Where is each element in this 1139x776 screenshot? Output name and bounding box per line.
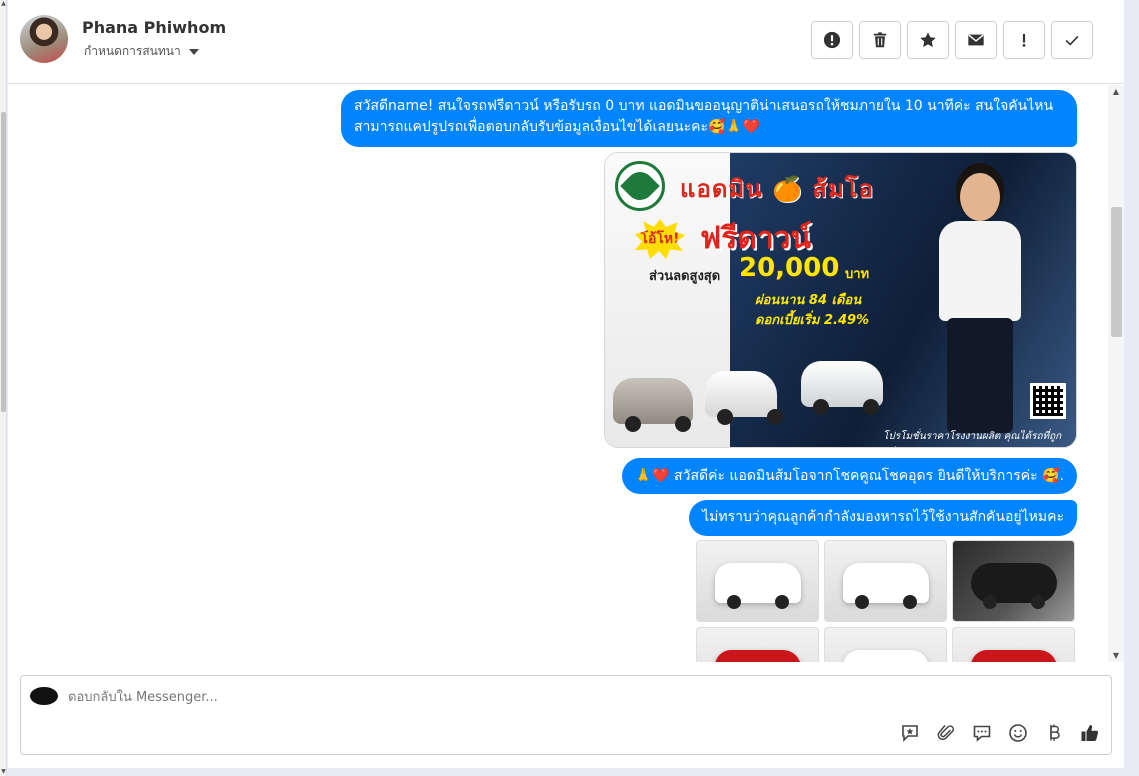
trash-icon [873, 32, 887, 48]
emoji-icon [1009, 724, 1027, 742]
payment-button[interactable] [1043, 722, 1065, 744]
exclamation-icon [1022, 33, 1026, 47]
mark-spam-button[interactable] [811, 21, 853, 59]
page-logo-avatar [30, 687, 58, 705]
gallery-photo[interactable] [824, 540, 947, 622]
promo-image-message[interactable]: แอดมิน 🍊 ส้มโอ โอ้โห! ฟรีดาวน์ ส่วนลดสูง… [604, 152, 1077, 448]
message-bubble-question[interactable]: ไม่ทราบว่าคุณลูกค้ากำลังมองหารถไว้ใช้งาน… [689, 500, 1077, 536]
gallery-photo[interactable] [824, 627, 947, 662]
promo-currency: บาท [845, 267, 870, 282]
promo-footer: โปรโมชั่นราคาโรงงานผลิต คุณได้รถที่ถูกกว… [883, 431, 1062, 447]
message-bubble-welcome[interactable]: 🙏❤️ สวัสดีค่ะ แอดมินส้มโอจากโชคคูณโชคอุด… [621, 458, 1077, 494]
assign-conversation-dropdown[interactable]: กำหนดการสนทนา [84, 42, 199, 61]
gallery-photo[interactable] [696, 627, 819, 662]
dealer-logo-icon [615, 161, 665, 211]
conversation-panel: Phana Phiwhom กำหนดการสนทนา สวัสดีname! … [8, 0, 1124, 768]
promo-headline: แอดมิน 🍊 ส้มโอ [680, 175, 875, 203]
qr-code-icon [1030, 383, 1066, 419]
scroll-down-arrow-icon[interactable]: ▼ [0, 768, 7, 776]
promo-interest: ดอกเบี้ยเริ่ม 2.49% [755, 313, 870, 328]
assign-conversation-label: กำหนดการสนทนา [84, 44, 181, 58]
attachment-icon [937, 725, 955, 741]
promo-model-figure [925, 173, 1035, 433]
conversation-actions [811, 21, 1093, 59]
star-icon [920, 32, 936, 48]
conversation-header: Phana Phiwhom กำหนดการสนทนา [8, 0, 1124, 84]
thumbs-up-icon [1081, 725, 1099, 741]
photo-gallery-message [696, 540, 1075, 662]
page-scrollbar-thumb[interactable] [1, 112, 6, 412]
saved-reply-button[interactable] [899, 722, 921, 744]
scroll-down-arrow-icon[interactable]: ▼ [1108, 651, 1124, 660]
alert-circle-icon [823, 31, 841, 49]
star-button[interactable] [907, 21, 949, 59]
envelope-icon [968, 34, 984, 46]
chat-bubble-icon [973, 725, 991, 742]
message-bubble-greeting[interactable]: สวัสดีname! สนใจรถฟรีดาวน์ หรือรับรถ 0 บ… [341, 90, 1077, 147]
promo-car-pickup [705, 371, 777, 425]
thread-scrollbar[interactable]: ▲ ▼ [1108, 85, 1124, 662]
attach-file-button[interactable] [935, 722, 957, 744]
thread-scrollbar-thumb[interactable] [1111, 207, 1122, 337]
promo-discount-label: ส่วนลดสูงสุด [649, 269, 721, 284]
reply-input[interactable] [68, 687, 968, 707]
gallery-photo[interactable] [696, 540, 819, 622]
baht-icon [1050, 724, 1060, 741]
mark-done-button[interactable] [1051, 21, 1093, 59]
reply-composer [20, 675, 1112, 755]
page-scrollbar[interactable]: ▲ ▼ [0, 0, 7, 776]
like-button[interactable] [1079, 722, 1101, 744]
quick-reply-button[interactable] [971, 722, 993, 744]
delete-button[interactable] [859, 21, 901, 59]
promo-car-sedan [613, 378, 693, 432]
message-thread[interactable]: สวัสดีname! สนใจรถฟรีดาวน์ หรือรับรถ 0 บ… [8, 85, 1108, 662]
follow-up-button[interactable] [1003, 21, 1045, 59]
contact-name[interactable]: Phana Phiwhom [82, 18, 226, 37]
checkmark-icon [1065, 35, 1079, 46]
contact-avatar[interactable] [20, 15, 68, 63]
scroll-up-arrow-icon[interactable]: ▲ [0, 0, 7, 8]
mark-unread-button[interactable] [955, 21, 997, 59]
emoji-button[interactable] [1007, 722, 1029, 744]
promo-installment: ผ่อนนาน 84 เดือน [755, 293, 862, 308]
promo-discount-amount: 20,000 [739, 253, 840, 283]
scroll-up-arrow-icon[interactable]: ▲ [1108, 87, 1124, 96]
saved-reply-icon [902, 725, 918, 742]
gallery-photo[interactable] [952, 540, 1075, 622]
promo-car-pickup-rack [801, 361, 883, 415]
chevron-down-icon [188, 48, 199, 55]
gallery-photo[interactable] [952, 627, 1075, 662]
composer-toolbar [899, 722, 1101, 744]
